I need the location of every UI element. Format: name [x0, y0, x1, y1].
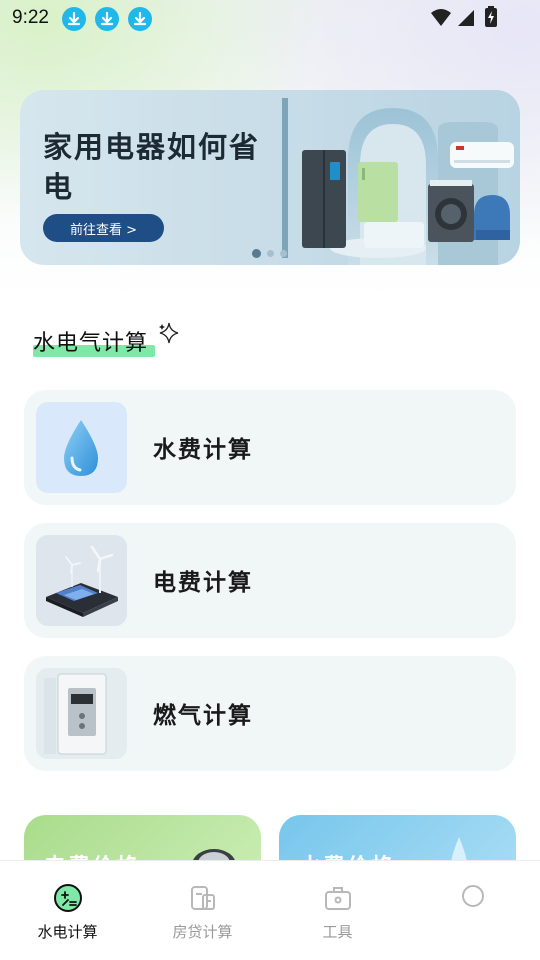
banner-view-button[interactable]: 前往查看 > — [43, 214, 164, 242]
water-fee-card[interactable]: 水费计算 — [24, 390, 516, 505]
gas-fee-card[interactable]: 燃气计算 — [24, 656, 516, 771]
calculator-icon — [53, 884, 82, 912]
water-drop-icon — [36, 402, 127, 493]
banner-title: 家用电器如何省电 — [43, 130, 261, 204]
pagination-dot[interactable] — [252, 249, 261, 258]
gas-fee-label: 燃气计算 — [153, 703, 253, 729]
profile-icon — [461, 885, 484, 907]
nav-tab-tools[interactable]: 工具 — [270, 861, 405, 960]
sparkle-icon — [159, 322, 179, 344]
nav-label: 工具 — [322, 923, 353, 941]
nav-tab-profile[interactable] — [405, 861, 540, 960]
nav-tab-utility-calc[interactable]: 水电计算 — [0, 861, 135, 960]
banner-pagination — [252, 249, 287, 258]
water-fee-label: 水费计算 — [153, 437, 253, 463]
download-icon — [128, 7, 152, 31]
electricity-fee-card[interactable]: 电费计算 — [24, 523, 516, 638]
wifi-icon — [431, 9, 451, 26]
pagination-dot[interactable] — [267, 250, 274, 257]
status-time: 9:22 — [12, 7, 49, 28]
pagination-dot[interactable] — [280, 250, 287, 257]
nav-label: 房贷计算 — [172, 923, 233, 941]
promo-banner[interactable]: 家用电器如何省电 前往查看 > — [20, 90, 520, 265]
battery-charging-icon — [485, 6, 497, 27]
section-title: 水电气计算 — [33, 331, 149, 356]
section-header: 水电气计算 — [33, 325, 155, 357]
building-icon — [190, 886, 215, 910]
solar-wind-icon — [36, 535, 127, 626]
toolbox-icon — [324, 887, 351, 910]
bottom-navigation: 水电计算 房贷计算 工具 — [0, 860, 540, 960]
nav-tab-mortgage-calc[interactable]: 房贷计算 — [135, 861, 270, 960]
nav-label: 水电计算 — [37, 923, 98, 941]
electricity-fee-label: 电费计算 — [153, 570, 253, 596]
download-icon — [62, 7, 86, 31]
download-icon — [95, 7, 119, 31]
gas-heater-icon — [36, 668, 127, 759]
status-bar: 9:22 — [0, 0, 540, 38]
appliances-illustration — [282, 98, 514, 265]
signal-icon — [458, 10, 474, 26]
